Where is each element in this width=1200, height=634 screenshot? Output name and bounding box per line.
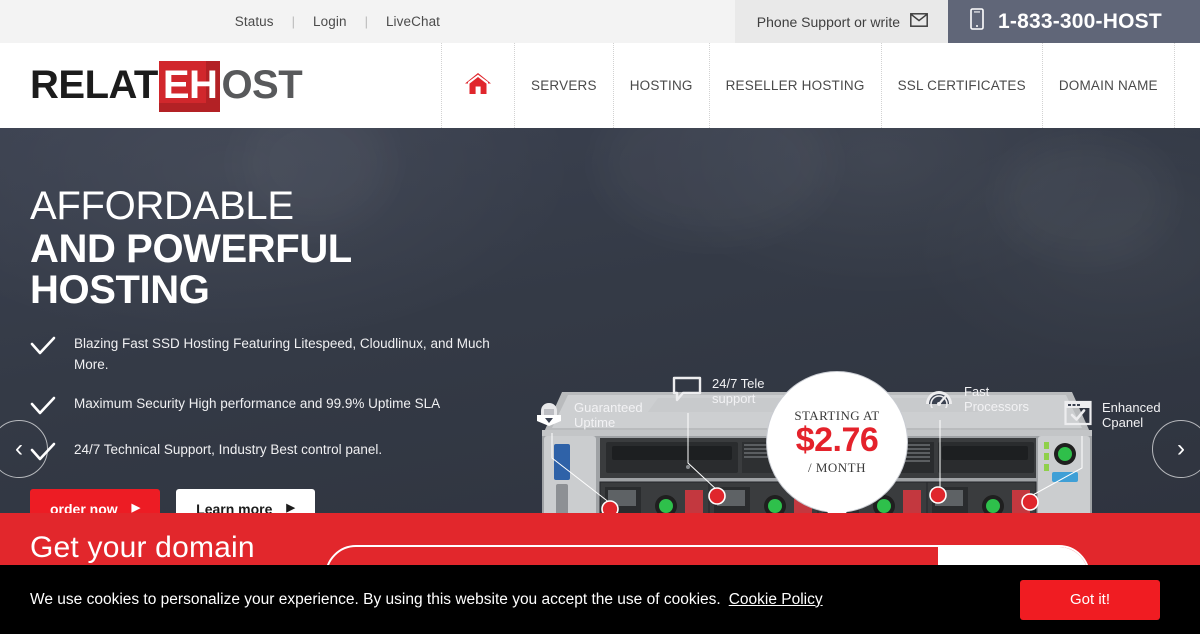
site-header: RELAT EH OST SERVERS HOSTING RESELLER HO… [0, 43, 1200, 128]
hero-banner: AFFORDABLE AND POWERFUL HOSTING Blazing … [0, 128, 1200, 513]
phone-number-block[interactable]: 1-833-300-HOST [948, 0, 1200, 43]
callout-text: Fast Processors [964, 384, 1030, 415]
nav-label-hosting: HOSTING [629, 78, 693, 93]
callout-tele-support: 24/7 Tele support [672, 376, 765, 406]
callout-guaranteed-uptime: Guaranteed Uptime [534, 400, 643, 431]
home-icon [464, 71, 492, 100]
main-navigation: SERVERS HOSTING RESELLER HOSTING SSL CER… [442, 43, 1200, 128]
price-badge: STARTING AT $2.76 / MONTH [766, 371, 908, 513]
nav-item-hosting[interactable]: HOSTING [614, 43, 710, 128]
speedometer-icon [924, 384, 954, 413]
mobile-phone-icon [970, 8, 984, 35]
site-logo[interactable]: RELAT EH OST [0, 43, 442, 128]
envelope-icon [910, 13, 928, 30]
browser-check-icon [1064, 400, 1092, 429]
top-links-group: Status | Login | LiveChat [0, 0, 735, 43]
domain-section-title: Get your domain [30, 531, 255, 564]
cookie-policy-link[interactable]: Cookie Policy [729, 591, 823, 609]
nav-filler [1175, 43, 1200, 128]
nav-label-servers: SERVERS [531, 78, 597, 93]
nav-label-ssl-certificates: SSL CERTIFICATES [897, 78, 1026, 93]
nav-item-servers[interactable]: SERVERS [515, 43, 614, 128]
nav-item-ssl-certificates[interactable]: SSL CERTIFICATES [882, 43, 1043, 128]
nav-item-reseller-hosting[interactable]: RESELLER HOSTING [710, 43, 882, 128]
callout-text: Enhanced Cpanel [1102, 400, 1161, 431]
cookie-accept-button[interactable]: Got it! [1020, 579, 1160, 620]
logo-text: RELAT EH OST [30, 60, 303, 112]
phone-support-label: Phone Support or write [756, 13, 900, 30]
logo-part-1: RELAT [30, 63, 158, 107]
cookie-message: We use cookies to personalize your exper… [30, 590, 721, 608]
price-period: / MONTH [807, 460, 867, 476]
chat-bubble-icon [672, 376, 702, 405]
nav-item-home[interactable] [442, 43, 515, 128]
top-link-login[interactable]: Login [295, 14, 365, 29]
nav-label-domain-name: DOMAIN NAME [1058, 78, 1158, 93]
price-amount: $2.76 [795, 420, 879, 459]
logo-part-3: OST [221, 63, 303, 107]
callout-connectors [551, 413, 1083, 513]
chevron-right-icon: › [1177, 435, 1185, 462]
callout-enhanced-cpanel: Enhanced Cpanel [1064, 400, 1161, 430]
logo-boxed-part: EH [158, 61, 221, 112]
nav-item-domain-name[interactable]: DOMAIN NAME [1043, 43, 1175, 128]
top-link-livechat[interactable]: LiveChat [368, 14, 458, 29]
callout-text: Guaranteed Uptime [574, 400, 643, 431]
phone-support-write[interactable]: Phone Support or write [734, 0, 948, 43]
callout-text: 24/7 Tele support [712, 376, 765, 407]
callout-fast-processors: Fast Processors [924, 384, 1029, 414]
nav-label-reseller-hosting: RESELLER HOSTING [725, 78, 865, 93]
phone-number-text: 1-833-300-HOST [998, 9, 1162, 33]
cookie-consent-banner: We use cookies to personalize your exper… [0, 565, 1200, 634]
chevron-left-icon: ‹ [15, 435, 23, 462]
top-link-status[interactable]: Status [217, 14, 292, 29]
shield-badge-icon [534, 400, 564, 431]
top-utility-bar: Status | Login | LiveChat Phone Support … [0, 0, 1200, 43]
